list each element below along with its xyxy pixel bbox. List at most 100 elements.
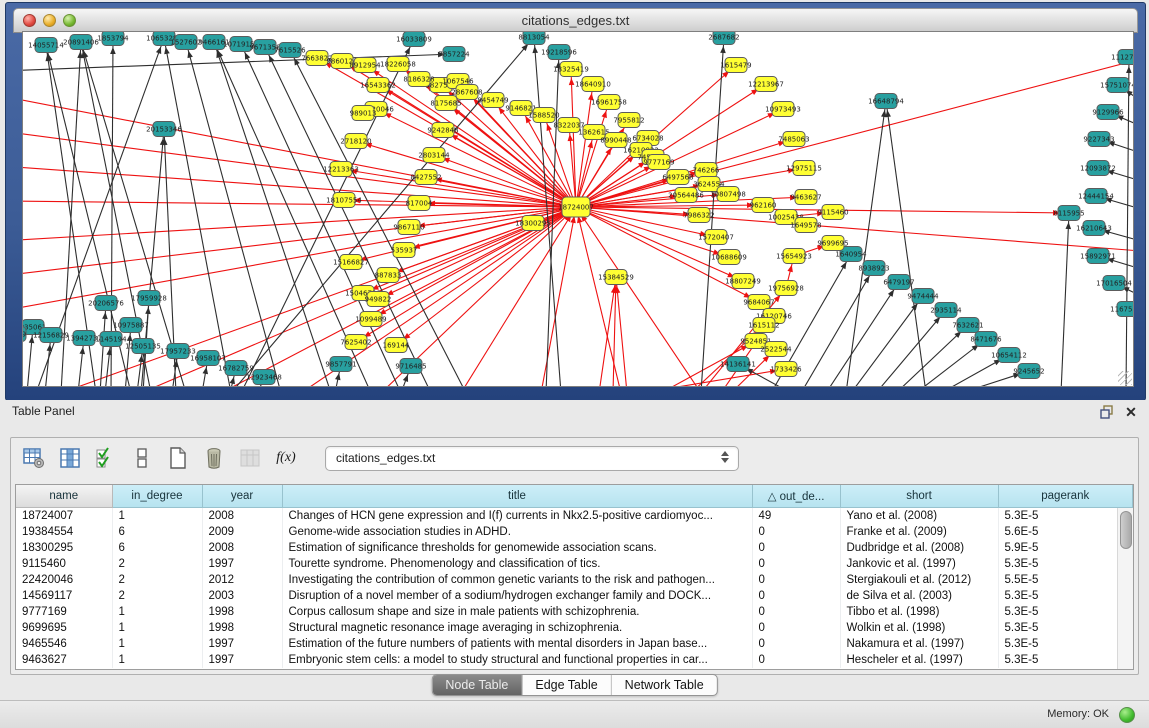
graph-node[interactable]: 2935114 (930, 303, 962, 318)
graph-node[interactable]: 817004 (406, 196, 433, 211)
graph-node[interactable]: 11127764 (1111, 50, 1133, 65)
column-header-in-degree[interactable]: in_degree (112, 485, 202, 508)
graph-node[interactable]: 17959928 (131, 291, 167, 306)
graph-node[interactable]: 15654923 (776, 249, 812, 264)
table-mode-icon[interactable] (21, 445, 47, 471)
graph-node[interactable]: 8912954 (349, 58, 381, 73)
tab-edge-table[interactable]: Edge Table (521, 675, 610, 695)
graph-node[interactable]: 9463627 (790, 190, 821, 205)
graph-node[interactable]: 1649578 (790, 218, 821, 233)
graph-node[interactable]: 8175685 (430, 96, 461, 111)
graph-node[interactable]: 9227343 (1083, 132, 1114, 147)
graph-node[interactable]: 9699695 (817, 236, 848, 251)
graph-node[interactable]: 535937 (391, 243, 418, 258)
graph-node[interactable]: 8186328 (403, 72, 434, 87)
graph-node[interactable]: 16648794 (868, 94, 904, 109)
graph-node[interactable]: 11675312 (1110, 302, 1133, 317)
table-row[interactable]: 946554611997Estimation of the future num… (16, 636, 1133, 652)
graph-node[interactable]: 7986322 (683, 208, 714, 223)
graph-node[interactable]: 8454749 (477, 93, 508, 108)
row-height-icon[interactable] (129, 445, 155, 471)
close-panel-icon[interactable]: ✕ (1123, 404, 1139, 419)
graph-node[interactable]: 9867110 (393, 220, 424, 235)
table-row[interactable]: 2242004622012Investigating the contribut… (16, 572, 1133, 588)
column-header-name[interactable]: name (16, 485, 112, 508)
graph-node[interactable]: 989013 (350, 106, 377, 121)
resize-grip-icon[interactable] (1118, 371, 1132, 385)
graph-node[interactable]: 20153346 (146, 122, 182, 137)
graph-node[interactable]: 16033809 (396, 32, 432, 47)
delete-icon[interactable] (201, 445, 227, 471)
graph-node[interactable]: 19756928 (768, 281, 804, 296)
graph-node[interactable]: 2687682 (708, 32, 739, 45)
graph-node[interactable]: 7632621 (952, 318, 983, 333)
graph-node[interactable]: 1588520 (528, 108, 559, 123)
graph-node[interactable]: 19218596 (541, 45, 577, 60)
close-window-icon[interactable] (23, 14, 36, 27)
graph-node[interactable]: 15751074 (1100, 78, 1133, 93)
graph-node[interactable]: 2718120 (340, 134, 371, 149)
float-panel-icon[interactable] (1099, 404, 1115, 419)
graph-node[interactable]: 1615479 (720, 58, 751, 73)
graph-node[interactable]: 18724007 (558, 197, 594, 217)
graph-node[interactable]: 2522544 (760, 342, 792, 357)
table-selector-dropdown[interactable]: citations_edges.txt (325, 446, 739, 471)
graph-node[interactable]: 20206576 (88, 296, 124, 311)
graph-node[interactable]: 9777169 (643, 155, 674, 170)
graph-node[interactable]: 1733426 (770, 362, 802, 377)
column-header-pagerank[interactable]: pagerank (998, 485, 1133, 508)
graph-node[interactable]: 8471676 (970, 332, 1002, 347)
column-header-out-de-[interactable]: △ out_de... (752, 485, 840, 508)
column-header-short[interactable]: short (840, 485, 998, 508)
graph-node[interactable]: 8813054 (518, 32, 550, 45)
graph-node[interactable]: 7625402 (340, 335, 371, 350)
graph-node[interactable]: 10975887 (113, 318, 149, 333)
graph-node[interactable]: 6479197 (883, 275, 914, 290)
network-canvas[interactable]: 1405571420891406185379410653287152760294… (22, 31, 1134, 387)
table-row[interactable]: 1830029562008Estimation of significance … (16, 540, 1133, 556)
tab-network-table[interactable]: Network Table (611, 675, 717, 695)
graph-node[interactable]: 16961758 (591, 95, 627, 110)
tab-node-table[interactable]: Node Table (432, 675, 521, 695)
graph-node[interactable]: 9245652 (1013, 364, 1044, 379)
show-columns-icon[interactable] (57, 445, 83, 471)
graph-node[interactable]: 9115460 (817, 205, 848, 220)
graph-node[interactable]: 746266 (693, 163, 720, 178)
graph-node[interactable]: 9684067 (743, 295, 774, 310)
new-file-icon[interactable] (165, 445, 191, 471)
table-row[interactable]: 977716911998Corpus callosum shape and si… (16, 604, 1133, 620)
table-row[interactable]: 1456911722003Disruption of a novel membe… (16, 588, 1133, 604)
table-row[interactable]: 911546021997Tourette syndrome. Phenomeno… (16, 556, 1133, 572)
graph-node[interactable]: 8427552 (410, 170, 441, 185)
graph-node[interactable]: 9716485 (395, 359, 426, 374)
zoom-window-icon[interactable] (63, 14, 76, 27)
graph-node[interactable]: 8938923 (858, 261, 889, 276)
select-rows-icon[interactable] (93, 445, 119, 471)
graph-node[interactable]: 39159 (23, 327, 26, 342)
graph-node[interactable]: 14055714 (28, 38, 64, 53)
graph-node[interactable]: 962160 (750, 198, 777, 213)
graph-node[interactable]: 7955812 (613, 113, 644, 128)
graph-node[interactable]: 9474444 (907, 289, 939, 304)
graph-node[interactable]: 6497568 (662, 170, 693, 185)
graph-node[interactable]: 15384529 (598, 270, 634, 285)
graph-node[interactable]: 1853794 (97, 32, 129, 46)
graph-node[interactable]: 12975115 (786, 161, 822, 176)
minimize-window-icon[interactable] (43, 14, 56, 27)
graph-node[interactable]: 20891406 (63, 35, 99, 50)
graph-node[interactable]: 12213967 (748, 77, 784, 92)
graph-node[interactable]: 887833 (375, 268, 402, 283)
graph-node[interactable]: 7485063 (778, 132, 809, 147)
graph-node[interactable]: 9242848 (427, 123, 458, 138)
graph-node[interactable]: 18226058 (380, 57, 416, 72)
graph-node[interactable]: 1145194 (95, 332, 127, 347)
graph-node[interactable]: 7857224 (438, 47, 470, 62)
graph-node[interactable]: 169144 (383, 338, 410, 353)
graph-node[interactable]: 1527602 (170, 35, 201, 50)
scrollbar-thumb[interactable] (1120, 511, 1132, 549)
graph-node[interactable]: 1615112 (748, 318, 779, 333)
column-header-year[interactable]: year (202, 485, 282, 508)
graph-node[interactable]: 9857791 (325, 357, 356, 372)
column-header-title[interactable]: title (282, 485, 752, 508)
table-scrollbar[interactable] (1117, 508, 1133, 669)
